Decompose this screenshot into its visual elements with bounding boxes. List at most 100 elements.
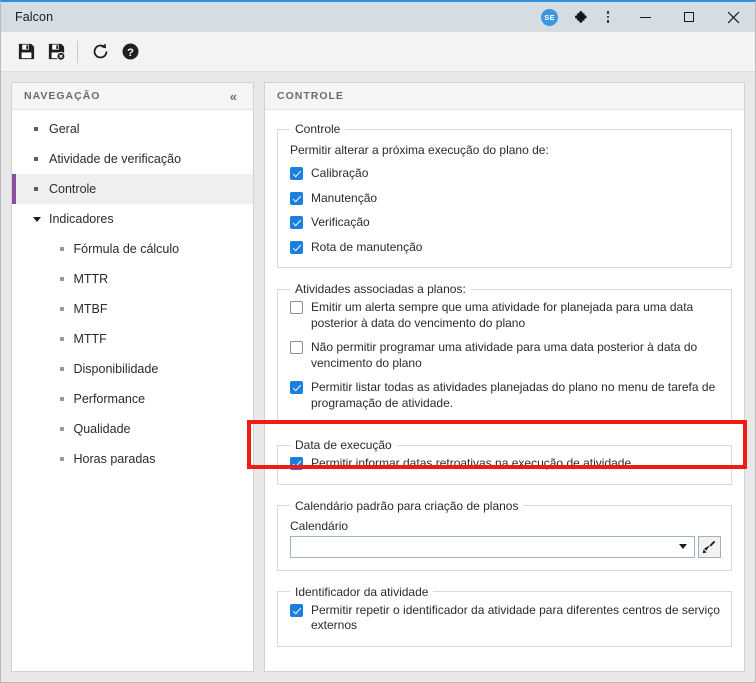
puzzle-piece-icon[interactable]	[571, 10, 593, 25]
checkbox-checked-icon[interactable]	[290, 457, 303, 470]
group-atividades: Atividades associadas a planos: Emitir u…	[277, 282, 732, 424]
checkbox-checked-icon[interactable]	[290, 381, 303, 394]
group-data-execucao-legend: Data de execução	[295, 438, 392, 452]
checkbox-label: Manutenção	[311, 190, 378, 205]
minimize-icon	[639, 16, 651, 18]
checkbox-checked-icon[interactable]	[290, 603, 303, 617]
calendario-field-label: Calendário	[290, 518, 349, 533]
group-atividades-legend: Atividades associadas a planos:	[295, 282, 466, 296]
identificador-checkbox-list: Permitir repetir o identificador da ativ…	[288, 603, 721, 634]
checkbox-checked-icon[interactable]	[290, 216, 303, 229]
checkbox-row[interactable]: Calibração	[290, 166, 721, 182]
main-body: NAVEGAÇÃO « Geral Atividade de verificaçã…	[1, 72, 755, 682]
minimize-button[interactable]	[623, 2, 667, 32]
checkbox-row[interactable]: Permitir repetir o identificador da ativ…	[290, 603, 721, 634]
checkbox-label: Emitir um alerta sempre que uma atividad…	[311, 300, 694, 330]
checkbox-row[interactable]: Não permitir programar uma atividade par…	[290, 340, 721, 371]
sidebar-item-mttr[interactable]: MTTR	[12, 264, 253, 294]
navigation-title: NAVEGAÇÃO	[24, 90, 101, 102]
collapse-sidebar-icon[interactable]: «	[227, 88, 241, 105]
bullet-icon	[34, 157, 38, 161]
toolbar-separator	[77, 40, 78, 63]
bullet-icon	[60, 307, 64, 311]
checkbox-row[interactable]: Permitir listar todas as atividades plan…	[290, 380, 721, 411]
sidebar-item-label: MTBF	[73, 302, 108, 316]
checkbox-label: Não permitir programar uma atividade par…	[311, 340, 698, 370]
sidebar-item-label: Fórmula de cálculo	[73, 242, 180, 256]
clear-calendario-button[interactable]	[698, 535, 721, 558]
sidebar-item-f-rmula-de-c-lculo[interactable]: Fórmula de cálculo	[12, 234, 253, 264]
checkbox-row[interactable]: Verificação	[290, 215, 721, 231]
sidebar-item-disponibilidade[interactable]: Disponibilidade	[12, 354, 253, 384]
checkbox-checked-icon[interactable]	[290, 167, 303, 180]
bullet-icon	[60, 247, 64, 251]
group-calendario-legend: Calendário padrão para criação de planos	[295, 498, 519, 513]
sidebar-item-geral[interactable]: Geral	[12, 114, 253, 144]
window-title: Falcon	[15, 10, 54, 24]
calendario-row	[290, 535, 721, 558]
sidebar-item-label: Controle	[49, 182, 97, 196]
checkbox-unchecked-icon[interactable]	[290, 341, 303, 354]
checkbox-row[interactable]: Emitir um alerta sempre que uma atividad…	[290, 300, 721, 331]
save-and-close-icon[interactable]	[41, 37, 71, 67]
bullet-icon	[34, 127, 38, 131]
atividades-checkbox-list: Emitir um alerta sempre que uma atividad…	[288, 300, 721, 411]
sidebar-item-label: Atividade de verificação	[49, 152, 182, 166]
group-identificador: Identificador da atividade Permitir repe…	[277, 584, 732, 647]
checkbox-label: Permitir listar todas as atividades plan…	[311, 380, 716, 410]
checkbox-row[interactable]: Manutenção	[290, 191, 721, 207]
sidebar-item-qualidade[interactable]: Qualidade	[12, 414, 253, 444]
navigation-panel: NAVEGAÇÃO « Geral Atividade de verificaçã…	[11, 82, 254, 672]
sidebar-item-label: Performance	[73, 392, 146, 406]
maximize-button[interactable]	[667, 2, 711, 32]
group-calendario: Calendário padrão para criação de planos…	[277, 498, 732, 571]
page-title: CONTROLE	[277, 90, 344, 102]
sidebar-item-atividade-de-verifica-o[interactable]: Atividade de verificação	[12, 144, 253, 174]
refresh-icon[interactable]	[85, 37, 115, 67]
checkbox-label: Permitir repetir o identificador da ativ…	[311, 602, 720, 633]
sidebar-item-label: Disponibilidade	[73, 362, 159, 376]
controle-checkbox-list: Calibração Manutenção Verificação Rota de m…	[288, 166, 721, 255]
title-bar-controls: SE	[541, 2, 755, 32]
svg-text:?: ?	[127, 47, 134, 59]
checkbox-label: Verificação	[311, 215, 370, 229]
save-icon[interactable]	[11, 37, 41, 67]
checkbox-row[interactable]: Rota de manutenção	[290, 240, 721, 256]
help-icon[interactable]: ?	[115, 37, 145, 67]
navigation-header: NAVEGAÇÃO «	[12, 83, 253, 110]
checkbox-checked-icon[interactable]	[290, 240, 303, 254]
sidebar-item-label: Horas paradas	[73, 452, 156, 466]
bullet-icon	[34, 187, 38, 191]
application-window: Falcon SE ? NAVEGAÇÃO « Geral Atividade …	[0, 0, 756, 683]
group-data-execucao: Data de execução Permitir informar datas…	[277, 438, 732, 485]
maximize-icon	[684, 12, 694, 22]
checkbox-unchecked-icon[interactable]	[290, 301, 303, 314]
sidebar-item-label: Indicadores	[49, 212, 114, 226]
sidebar-item-label: Geral	[49, 122, 80, 136]
brush-clear-icon	[702, 540, 716, 554]
sidebar-item-label: Qualidade	[73, 422, 131, 436]
kebab-menu-icon[interactable]	[593, 11, 623, 23]
bullet-icon	[60, 457, 64, 461]
avatar[interactable]: SE	[541, 8, 558, 26]
title-bar: Falcon SE	[1, 2, 755, 32]
close-icon	[727, 11, 739, 23]
content-body: Controle Permitir alterar a próxima exec…	[265, 110, 744, 671]
group-controle-legend: Controle	[295, 122, 341, 136]
bullet-icon	[60, 427, 64, 431]
close-button[interactable]	[711, 2, 755, 32]
chevron-down-icon	[33, 216, 41, 222]
sidebar-item-performance[interactable]: Performance	[12, 384, 253, 414]
group-identificador-legend: Identificador da atividade	[295, 584, 429, 599]
checkbox-row[interactable]: Permitir informar datas retroativas na e…	[290, 456, 721, 472]
checkbox-checked-icon[interactable]	[290, 191, 303, 205]
checkbox-label: Rota de manutenção	[311, 239, 423, 254]
calendario-combobox[interactable]	[290, 535, 695, 558]
controle-hint: Permitir alterar a próxima execução do p…	[290, 143, 549, 157]
sidebar-item-controle[interactable]: Controle	[12, 174, 253, 204]
sidebar-item-horas-paradas[interactable]: Horas paradas	[12, 444, 253, 474]
sidebar-item-mtbf[interactable]: MTBF	[12, 294, 253, 324]
chevron-down-icon[interactable]	[679, 544, 687, 549]
sidebar-item-mttf[interactable]: MTTF	[12, 324, 253, 354]
sidebar-item-indicadores[interactable]: Indicadores	[12, 204, 253, 234]
